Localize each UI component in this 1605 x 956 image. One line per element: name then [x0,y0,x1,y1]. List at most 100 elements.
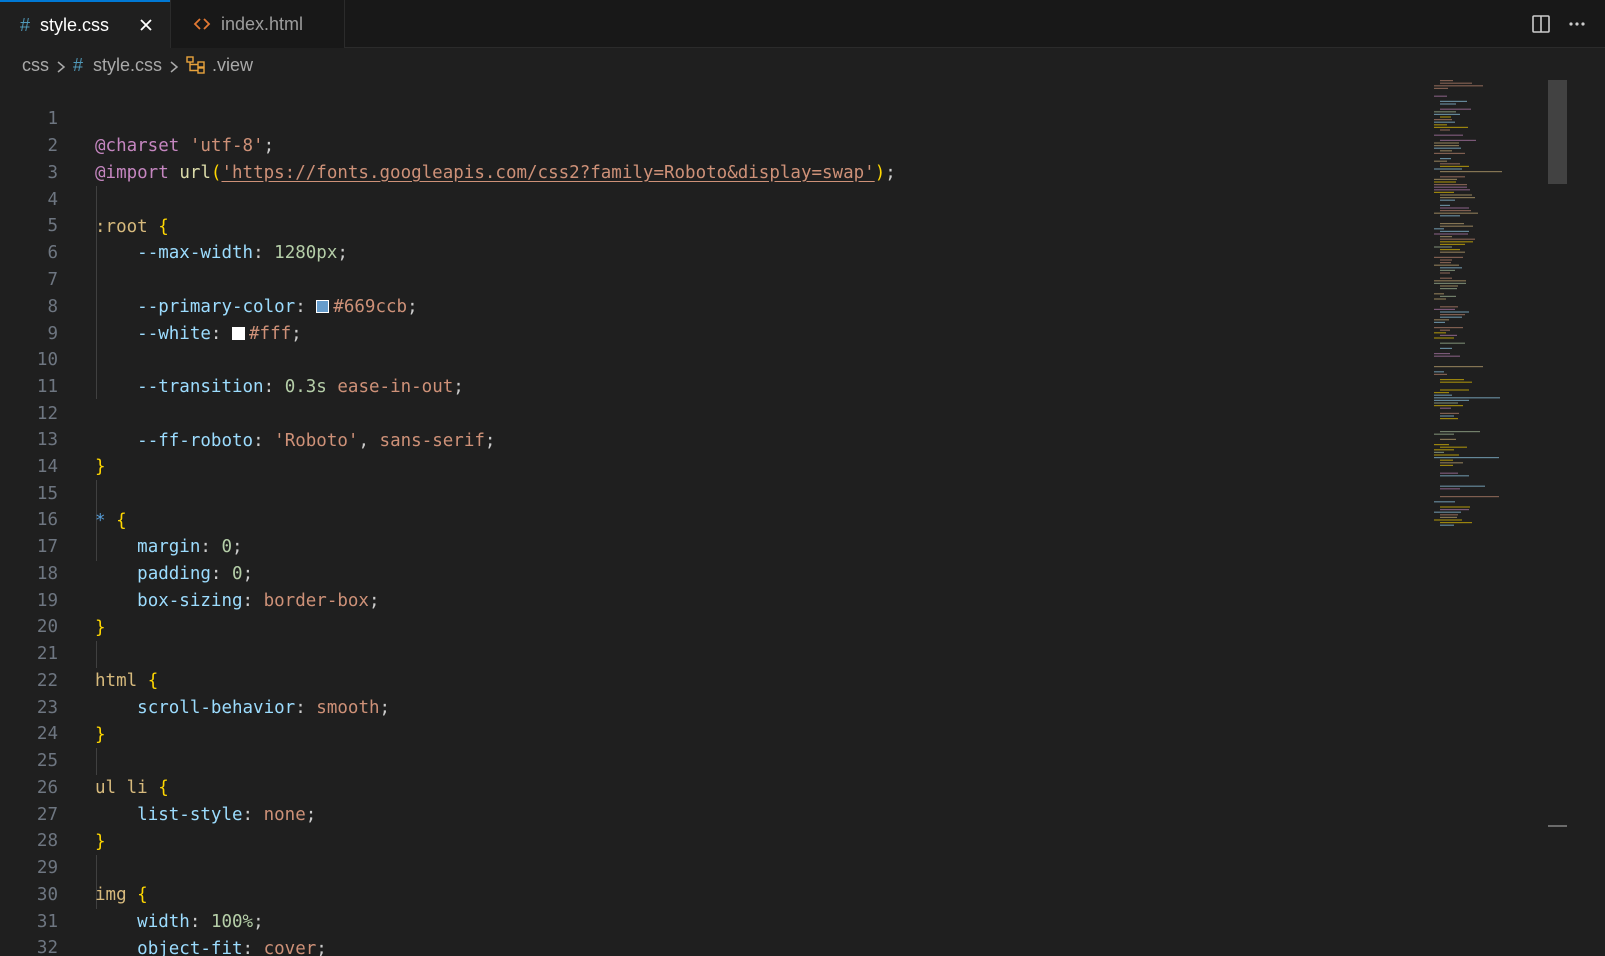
token-semicolon: ; [232,537,243,557]
code-text: html { [95,668,158,695]
code-text: } [95,615,106,642]
minimap-line [1440,204,1450,206]
token-colon: : [210,564,222,584]
line-number: 32 [36,938,58,956]
minimap-line [1434,293,1444,295]
minimap[interactable] [1432,78,1544,956]
code-line: 29 img { [0,828,148,905]
minimap-line [1434,189,1470,191]
breadcrumb-folder[interactable]: css [22,55,49,76]
token-string: 'Roboto' [274,431,359,451]
breadcrumb-file[interactable]: # style.css [73,55,162,76]
token-colon: : [253,431,264,451]
minimap-line [1440,509,1469,511]
minimap-line [1440,215,1460,217]
code-editor[interactable]: 1 @charset 'utf-8'; 2 @import url('https… [0,78,1430,956]
minimap-line [1440,381,1472,383]
minimap-line [1440,251,1465,253]
color-swatch[interactable] [316,300,330,313]
token-semicolon: ; [291,324,302,344]
code-text: box-sizing: border-box; [95,588,379,615]
minimap-line [1440,238,1475,240]
code-line: 7 --primary-color: #669ccb; [0,240,417,317]
minimap-line [1440,418,1458,420]
token-brace: { [147,671,159,691]
token-string: 'utf-8' [189,136,264,156]
indent-guide [96,748,97,775]
token-comma: , [358,431,369,451]
minimap-line [1434,337,1454,339]
minimap-line [1434,111,1456,113]
minimap-line [1434,501,1455,503]
minimap-line [1440,464,1453,466]
token-number: 0 [232,564,243,584]
minimap-line [1434,181,1456,183]
token-colon: : [242,805,254,825]
close-icon[interactable] [137,16,155,34]
minimap-line [1440,496,1499,498]
token-semicolon: ; [379,698,391,718]
minimap-line [1440,176,1465,178]
token-property: scroll-behavior [137,698,296,718]
minimap-line [1440,150,1452,152]
split-editor-button[interactable] [1523,6,1559,42]
token-paren: ( [210,163,222,183]
code-text: } [95,454,106,481]
minimap-line [1434,433,1454,435]
code-line: 18 box-sizing: border-box; [0,534,380,611]
token-property: --ff-roboto [137,431,254,451]
token-property: box-sizing [137,591,243,611]
minimap-line [1440,171,1502,173]
minimap-line [1440,262,1451,264]
tab-index-html[interactable]: index.html [170,0,345,48]
code-line: 13 } [0,400,106,477]
breadcrumb-symbol[interactable]: .view [186,55,253,76]
token-colon: : [242,939,254,956]
code-line: 4 :root { [0,160,168,237]
editor-actions [1523,0,1595,48]
html-code-icon [193,15,211,33]
minimap-line [1440,316,1462,318]
minimap-line [1434,371,1444,373]
editor-window: # style.css index.html css # style.css .… [0,0,1605,956]
code-text: @import url('https://fonts.googleapis.co… [95,160,896,187]
minimap-line [1434,394,1452,396]
token-number: 0 [221,537,233,557]
code-text: ul li { [95,775,169,802]
minimap-line [1434,282,1466,284]
token-value: cover [263,939,317,956]
minimap-line [1434,186,1467,188]
scrollbar-thumb[interactable] [1548,80,1567,184]
color-swatch[interactable] [232,327,246,340]
minimap-line [1434,264,1459,266]
token-colon: : [200,537,211,557]
minimap-line [1434,332,1446,334]
minimap-line [1434,353,1450,355]
more-actions-button[interactable] [1559,6,1595,42]
minimap-line [1440,272,1450,274]
code-line: 31 object-fit: cover; [0,882,327,956]
minimap-line [1440,230,1469,232]
code-text: :root { [95,214,169,241]
code-line: 5 --max-width: 1280px; [0,186,347,263]
code-text: object-fit: cover; [95,936,327,956]
minimap-line [1440,103,1456,105]
minimap-line [1440,415,1454,417]
url-link[interactable]: 'https://fonts.googleapis.com/css2?famil… [221,163,874,183]
minimap-line [1434,399,1469,401]
tab-style-css[interactable]: # style.css [0,0,170,48]
token-value: none [263,805,306,825]
code-text: --transition: 0.3s ease-in-out; [95,374,464,401]
token-at-rule: @import [95,163,169,183]
minimap-line [1434,228,1444,230]
minimap-line [1434,308,1455,310]
minimap-line [1440,80,1453,82]
chevron-right-icon [168,58,180,73]
code-line: 21 html { [0,614,158,691]
minimap-line [1440,108,1471,110]
token-brace: } [95,832,106,852]
token-at-rule: @charset [95,136,180,156]
minimap-line [1434,87,1448,89]
token-property: list-style [137,805,243,825]
minimap-line [1440,210,1471,212]
